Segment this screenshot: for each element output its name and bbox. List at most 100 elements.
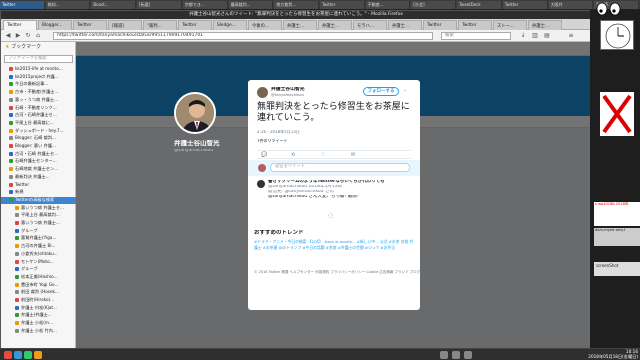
browser-tab[interactable]: 弁護士...	[318, 20, 352, 30]
taskbar-window[interactable]: 京都でき...	[182, 1, 228, 9]
taskbar-window[interactable]: 報知...	[45, 1, 91, 9]
bookmark-item[interactable]: 弁護士 小松(m...	[1, 320, 76, 327]
bookmark-item[interactable]: 石崎・不動産リンク...	[1, 105, 76, 112]
battery-icon[interactable]	[464, 351, 472, 359]
desktop-note-1[interactable]: s wp2018b 2018年	[594, 202, 640, 226]
app-menu-icon[interactable]	[4, 351, 12, 359]
taskbar-window[interactable]: Twitter	[502, 1, 548, 9]
browser-tab[interactable]: Twitter	[73, 20, 107, 30]
taskbar-window[interactable]: [社会]	[411, 1, 457, 9]
back-icon[interactable]: ◀	[4, 32, 12, 40]
browser-icon[interactable]	[14, 351, 22, 359]
library-icon[interactable]: ▥	[531, 32, 539, 40]
bookmark-item[interactable]: 悪いうつ病 弁護士セ...	[1, 205, 76, 212]
volume-icon[interactable]	[452, 351, 460, 359]
retweet-icon[interactable]: ⟲	[291, 152, 295, 158]
bookmark-item[interactable]: 新規	[1, 189, 76, 196]
forward-icon[interactable]: ▶	[14, 32, 22, 40]
taskbar-window[interactable]: Twitter	[0, 1, 45, 9]
bookmark-item[interactable]: 古河・石崎 弁護士セ...	[1, 151, 76, 158]
bookmark-item[interactable]: kk2015-life at monto...	[1, 66, 76, 73]
reply-icon[interactable]: 💬	[261, 152, 267, 158]
bookmark-item[interactable]: 最新判決 弁護士...	[1, 174, 76, 181]
taskbar-window[interactable]: Twitter	[320, 1, 365, 9]
terminal-icon[interactable]	[24, 351, 32, 359]
bookmark-item[interactable]: Twitterの高級な検索	[1, 196, 76, 204]
bookmark-item[interactable]: 弁護士(弁護士...	[1, 312, 76, 319]
bookmark-item[interactable]: 悪ッ・うつ病 弁護士...	[1, 97, 76, 104]
taskbar-window[interactable]: 地方裁判...	[274, 1, 319, 9]
bookmark-item[interactable]: 豊田市町 Yogi Go...	[1, 282, 76, 289]
author-avatar[interactable]	[257, 87, 268, 98]
taskbar-window[interactable]: 最高裁判...	[228, 1, 274, 9]
trends-list[interactable]: #ドラマ・アニメ・今日の検索 【公式】 #zoo ai-assets... #新…	[254, 239, 414, 251]
search-input[interactable]: 検索	[441, 32, 511, 40]
browser-tab[interactable]: Sledge...	[213, 20, 247, 30]
url-bar[interactable]: https://twitter.com/tanyamachikou/status…	[53, 32, 433, 40]
browser-tab[interactable]: Twitter	[3, 20, 37, 30]
desktop-note-2[interactable]: dom-myed-ainy.t	[594, 228, 640, 246]
chevron-down-icon[interactable]: ⌄	[403, 87, 407, 93]
bookmark-item[interactable]: 悪いうつ病 弁護士...	[1, 220, 76, 227]
bookmark-item[interactable]: Blogger: 悪い 弁護...	[1, 143, 76, 150]
browser-tab[interactable]: "裁判...	[143, 20, 177, 30]
taskbar-window[interactable]: [転載]	[137, 1, 182, 9]
bookmark-item[interactable]: 石崎地裁 弁護士セン...	[1, 166, 76, 173]
browser-tab[interactable]: 弁護士...	[388, 20, 422, 30]
menu-icon[interactable]: ≡	[567, 32, 575, 40]
tweet-timestamp[interactable]: 2:16 - 2018年5月13日	[257, 130, 300, 134]
bookmark-item[interactable]: 悪質弁護士(Yiga...	[1, 235, 76, 242]
author-name[interactable]: 弁護士谷山智光	[271, 87, 305, 92]
bookmark-item[interactable]: グループ	[1, 228, 76, 235]
bookmark-search-input[interactable]: ブックマークを検索	[4, 55, 73, 63]
sidebar-icon[interactable]: ▤	[543, 32, 551, 40]
message-icon[interactable]: ✉	[351, 152, 355, 158]
bookmark-item[interactable]: 弁護士 小松 竹内...	[1, 328, 76, 335]
bookmark-item[interactable]: Twitter	[1, 182, 76, 189]
system-clock[interactable]: 10:16 2018年05月18日(金曜日)	[586, 349, 640, 360]
bookmark-item[interactable]: 平尾上谷 最高裁判...	[1, 212, 76, 219]
bookmark-item[interactable]: 松本正美(Hashio...	[1, 274, 76, 281]
retweet-count[interactable]: 7件のリツイート	[257, 139, 288, 143]
browser-tab[interactable]: 弁護士...	[283, 20, 317, 30]
bookmark-item[interactable]: モトケン(Moto...	[1, 259, 76, 266]
reply-input[interactable]: 返信をツイート	[270, 163, 410, 172]
bookmark-item[interactable]: 今日の最新記事...	[1, 81, 76, 88]
browser-tab[interactable]: モラハ...	[353, 20, 387, 30]
bookmark-item[interactable]: ダッシュボード - hey.7...	[1, 128, 76, 135]
browser-tab[interactable]: [報道]	[108, 20, 142, 30]
browser-tab[interactable]: 弁護士...	[528, 20, 562, 30]
browser-tab[interactable]: ストー...	[493, 20, 527, 30]
browser-tab[interactable]: 今後の...	[248, 20, 282, 30]
taskbar-window[interactable]: TweetDeck	[457, 1, 502, 9]
bookmark-item[interactable]: 平尾上谷 最高裁に...	[1, 120, 76, 127]
bookmark-item[interactable]: グループ	[1, 266, 76, 273]
browser-tab[interactable]: Blogger...	[38, 20, 72, 30]
bookmark-item[interactable]: 前田 裁判 (Hosek...	[1, 289, 76, 296]
bookmark-item[interactable]: 古河の弁護士 Bl...	[1, 243, 76, 250]
like-icon[interactable]: ♡	[321, 152, 325, 158]
network-icon[interactable]	[440, 351, 448, 359]
home-icon[interactable]: ⌂	[34, 32, 42, 40]
files-icon[interactable]	[34, 351, 42, 359]
taskbar-window[interactable]: 不動産...	[365, 1, 411, 9]
bookmark-item[interactable]: 前田町(Hiroko)...	[1, 297, 76, 304]
browser-tab[interactable]: Twitter	[458, 20, 492, 30]
bookmark-item[interactable]: kk2015project 弁護...	[1, 74, 76, 81]
bookmark-item[interactable]: 小倉秀夫(ohtaku...	[1, 251, 76, 258]
download-icon[interactable]: ↓	[519, 32, 527, 40]
browser-tab[interactable]: Twitter	[178, 20, 212, 30]
browser-tab[interactable]: Twitter	[423, 20, 457, 30]
taskbar-window[interactable]: Boost...	[91, 1, 137, 9]
reload-icon[interactable]: ↻	[24, 32, 32, 40]
reply-avatar[interactable]	[257, 180, 265, 188]
bookmark-item[interactable]: 古河・石崎弁護士セ...	[1, 112, 76, 119]
bookmark-item[interactable]: 古市・不動産(弁護士...	[1, 89, 76, 96]
bookmark-item[interactable]: 石崎弁護士センター...	[1, 158, 76, 165]
taskbar-window[interactable]: 大阪弁	[548, 1, 594, 9]
follow-button[interactable]: フォローする	[363, 87, 399, 96]
page-footer[interactable]: © 2018 Twitter 概要 ヘルプセンター 利用規約 プライバシーポリシ…	[248, 268, 420, 276]
bookmark-item[interactable]: Blogger: 石崎 裁判...	[1, 135, 76, 142]
screenshot-button[interactable]: screenShot	[594, 262, 640, 276]
bookmark-item[interactable]: 弁護士 村松(Kjat...	[1, 305, 76, 312]
